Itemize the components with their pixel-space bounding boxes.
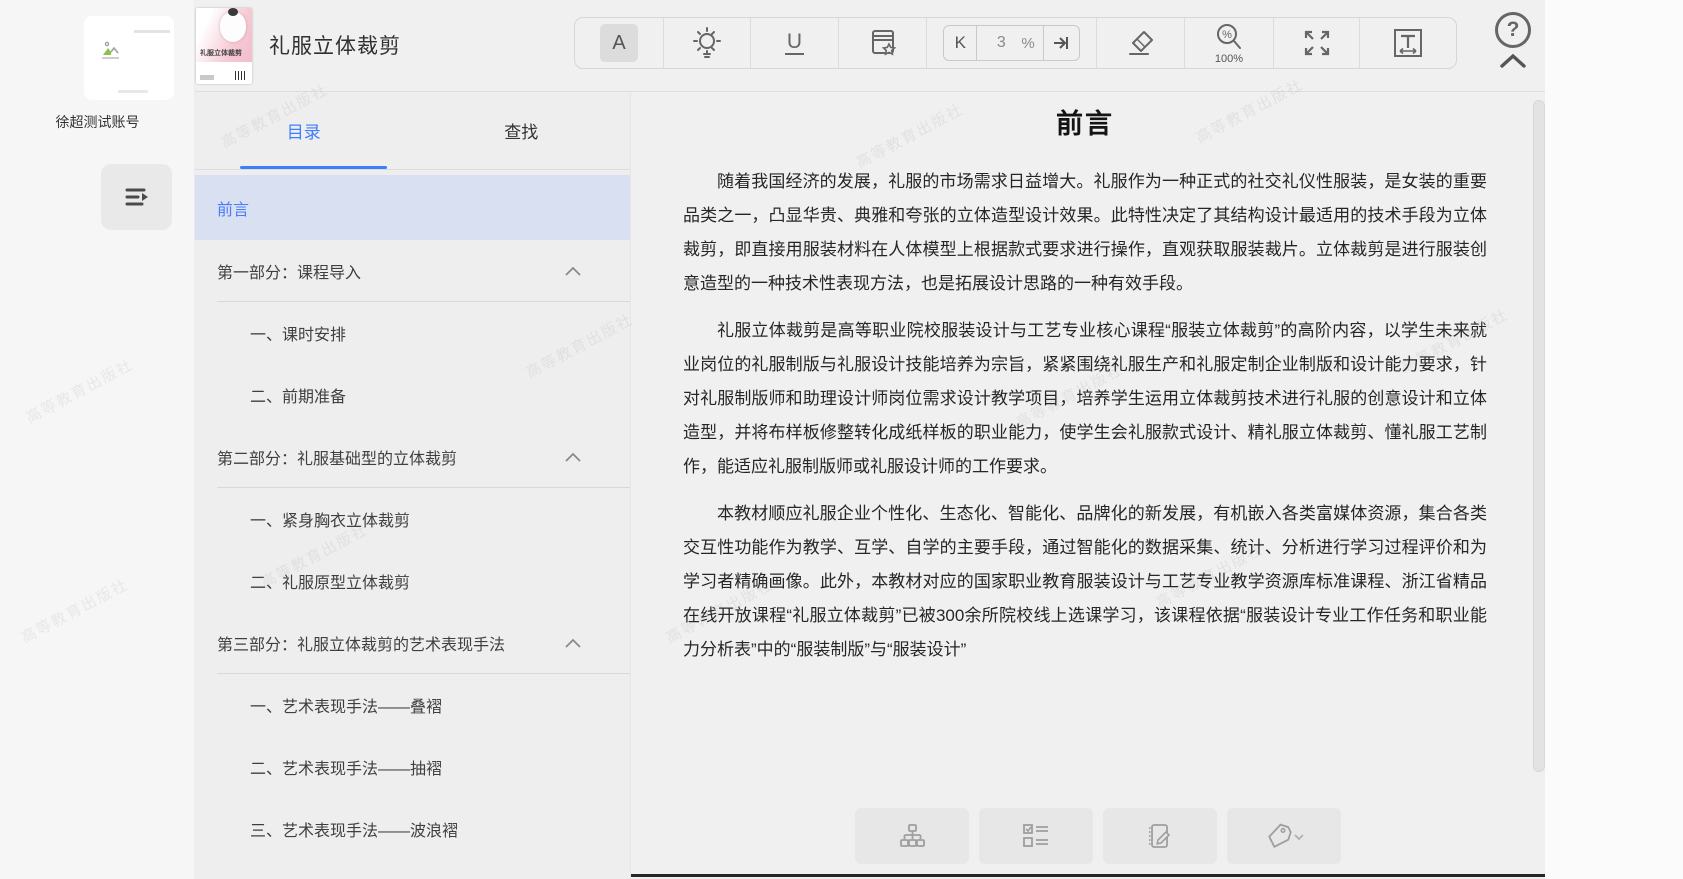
org-chart-icon bbox=[898, 822, 926, 850]
toc-section-part2[interactable]: 第二部分：礼服基础型的立体裁剪 bbox=[195, 426, 630, 488]
toc-item[interactable]: 一、紧身胸衣立体裁剪 bbox=[195, 488, 630, 550]
vertical-scrollbar[interactable] bbox=[1533, 100, 1545, 772]
mindmap-button[interactable] bbox=[855, 808, 969, 864]
toc-item[interactable]: 一、课时安排 bbox=[195, 302, 630, 364]
exercises-button[interactable] bbox=[979, 808, 1093, 864]
tab-contents[interactable]: 目录 bbox=[195, 92, 413, 169]
page-percent-input[interactable] bbox=[981, 34, 1022, 52]
cover-dress-art bbox=[220, 8, 246, 42]
cover-barcode bbox=[235, 71, 247, 80]
bookmark-button[interactable] bbox=[838, 18, 926, 68]
page-jump-control: K % bbox=[926, 18, 1096, 68]
toc-item[interactable]: 二、艺术表现手法——抽褶 bbox=[195, 736, 630, 798]
toc-section-label: 第三部分：礼服立体裁剪的艺术表现手法 bbox=[217, 637, 506, 654]
jump-start-icon[interactable]: K bbox=[944, 26, 978, 60]
brightness-button[interactable] bbox=[663, 18, 750, 68]
note-edit-icon bbox=[1145, 822, 1175, 850]
underline-button[interactable]: U bbox=[750, 18, 838, 68]
fullscreen-button[interactable] bbox=[1273, 18, 1359, 68]
cover-publisher-mark bbox=[200, 75, 214, 80]
text-width-button[interactable] bbox=[1359, 18, 1456, 68]
text-width-icon bbox=[1390, 25, 1426, 61]
paragraph: 礼服立体裁剪是高等职业院校服装设计与工艺专业核心课程“服装立体裁剪”的高阶内容，… bbox=[683, 321, 1487, 476]
page-jump-box: K % bbox=[943, 25, 1080, 61]
zoom-level-button[interactable]: % 100% bbox=[1184, 18, 1273, 68]
checklist-icon bbox=[1021, 822, 1051, 850]
placeholder-line bbox=[134, 30, 170, 33]
lightbulb-icon bbox=[690, 24, 724, 62]
chapter-title: 前言 bbox=[1056, 109, 1114, 139]
toc-item[interactable]: 一、艺术表现手法——叠褶 bbox=[195, 674, 630, 736]
font-icon: A bbox=[600, 24, 638, 62]
reading-pane: 前言 随着我国经济的发展，礼服的市场需求日益增大。礼服作为一种正式的社交礼仪性服… bbox=[630, 92, 1545, 879]
avatar[interactable] bbox=[84, 16, 174, 100]
zoom-percent-icon: % bbox=[1214, 22, 1244, 52]
toc-section-label: 第一部分：课程导入 bbox=[217, 265, 362, 282]
page-bottom-toolbar bbox=[855, 808, 1341, 864]
toc-section-part1[interactable]: 第一部分：课程导入 bbox=[195, 240, 630, 302]
collapse-toolbar-button[interactable] bbox=[1498, 52, 1528, 70]
broken-image-icon bbox=[99, 38, 123, 62]
chevron-up-icon[interactable] bbox=[564, 265, 582, 277]
menu-arrow-icon bbox=[120, 181, 154, 213]
ebook-reader-app: 高等教育出版社 高等教育出版社 高等教育出版社 高等教育出版社 高等教育出版社 … bbox=[0, 0, 1683, 879]
toc-item[interactable]: 三、艺术表现手法——波浪褶 bbox=[195, 798, 630, 860]
active-tab-underline bbox=[240, 166, 387, 169]
tags-button[interactable] bbox=[1227, 808, 1341, 864]
reader-bottom-border bbox=[631, 874, 1545, 877]
toc-item[interactable]: 二、礼服原型立体裁剪 bbox=[195, 550, 630, 612]
paragraph: 本教材顺应礼服企业个性化、生态化、智能化、品牌化的新发展，有机嵌入各类富媒体资源… bbox=[683, 504, 1487, 659]
font-settings-button[interactable]: A bbox=[575, 18, 663, 68]
jump-go-button[interactable] bbox=[1042, 26, 1079, 60]
toc-item-preface[interactable]: 前言 bbox=[195, 175, 630, 240]
fullscreen-icon bbox=[1300, 26, 1334, 60]
eraser-icon bbox=[1124, 26, 1158, 60]
placeholder-line bbox=[118, 90, 148, 93]
book-title: 礼服立体裁剪 bbox=[269, 35, 401, 58]
svg-text:%: % bbox=[1222, 29, 1232, 41]
reader-header: 礼服立体裁剪 礼服立体裁剪 A U K 3 % % 100% ? bbox=[195, 0, 1545, 92]
toc-tabs: 目录 查找 bbox=[195, 92, 630, 170]
percent-sign: % bbox=[1021, 34, 1035, 52]
toc-list: 前言 第一部分：课程导入 一、课时安排 二、前期准备 第二部分：礼服基础型的立体… bbox=[195, 175, 630, 860]
toc-collapse-button[interactable] bbox=[101, 164, 172, 230]
help-area: ? bbox=[1493, 12, 1533, 70]
toc-panel: 目录 查找 前言 第一部分：课程导入 一、课时安排 二、前期准备 第二部分：礼服… bbox=[195, 92, 630, 879]
toc-section-label: 第二部分：礼服基础型的立体裁剪 bbox=[217, 451, 458, 468]
toc-item[interactable]: 二、前期准备 bbox=[195, 364, 630, 426]
book-cover-thumbnail[interactable]: 礼服立体裁剪 bbox=[196, 8, 252, 84]
left-sidebar: 徐超测试账号 bbox=[0, 0, 195, 879]
zoom-level-label: 100% bbox=[1214, 52, 1244, 65]
chapter-body: 随着我国经济的发展，礼服的市场需求日益增大。礼服作为一种正式的社交礼仪性服装，是… bbox=[683, 165, 1487, 667]
tag-icon bbox=[1263, 822, 1305, 850]
account-name: 徐超测试账号 bbox=[55, 114, 140, 130]
eraser-button[interactable] bbox=[1096, 18, 1184, 68]
toc-section-part3[interactable]: 第三部分：礼服立体裁剪的艺术表现手法 bbox=[195, 612, 630, 674]
cover-title-text: 礼服立体裁剪 bbox=[200, 50, 242, 57]
paragraph: 随着我国经济的发展，礼服的市场需求日益增大。礼服作为一种正式的社交礼仪性服装，是… bbox=[683, 172, 1487, 293]
bookmark-star-icon bbox=[866, 26, 900, 60]
chevron-up-icon[interactable] bbox=[564, 637, 582, 649]
chevron-up-icon[interactable] bbox=[564, 451, 582, 463]
reader-toolbar: A U K 3 % % 100% bbox=[574, 17, 1457, 69]
notes-button[interactable] bbox=[1103, 808, 1217, 864]
help-button[interactable]: ? bbox=[1495, 12, 1531, 48]
tab-search[interactable]: 查找 bbox=[413, 92, 631, 169]
underline-icon: U bbox=[784, 30, 805, 55]
